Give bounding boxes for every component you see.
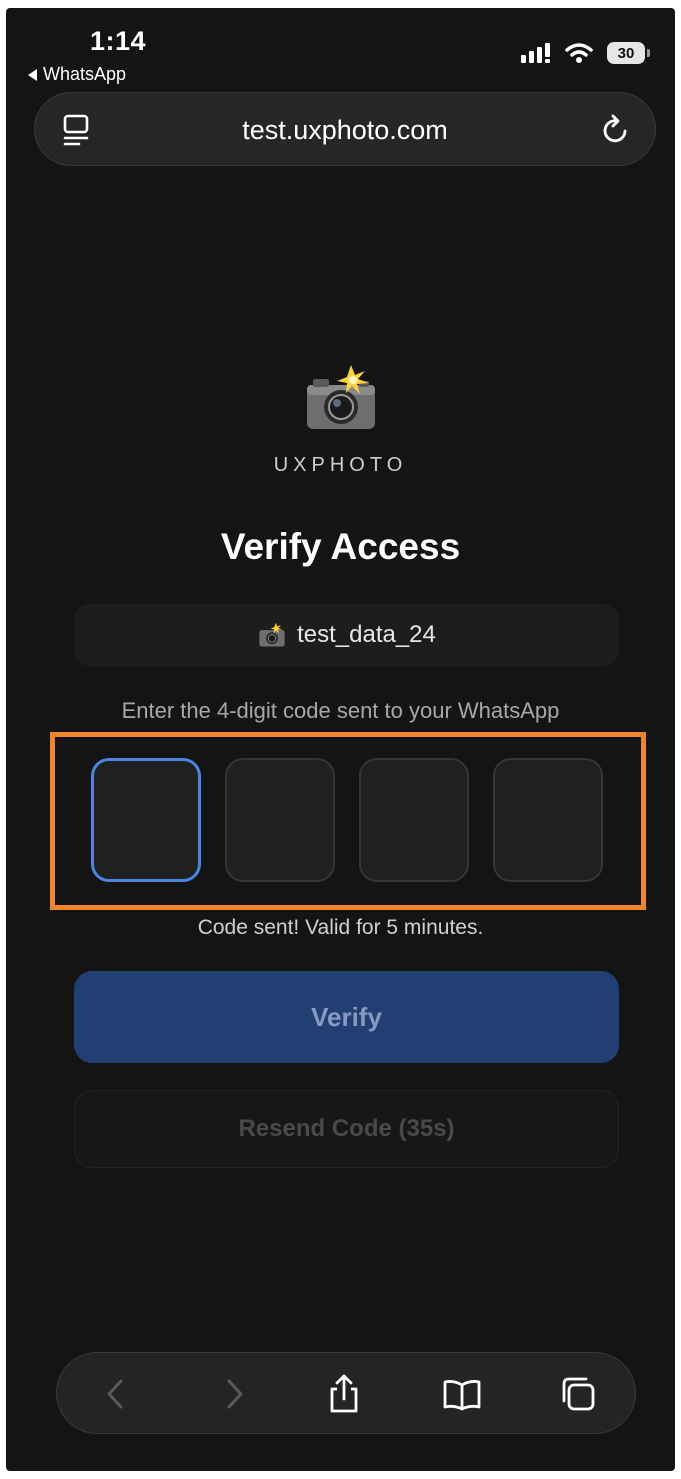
page-title: Verify Access — [220, 526, 461, 567]
account-chip: test_data_24 — [74, 604, 619, 666]
camera-flash-icon — [259, 622, 285, 647]
share-icon[interactable] — [323, 1373, 365, 1415]
status-indicators: 30 — [521, 42, 650, 64]
resend-code-button[interactable]: Resend Code (35s) — [74, 1090, 619, 1168]
code-digit-2[interactable] — [225, 758, 335, 882]
back-triangle-icon — [28, 68, 37, 81]
code-digit-3[interactable] — [359, 758, 469, 882]
browser-toolbar — [56, 1352, 636, 1434]
account-name: test_data_24 — [297, 621, 436, 648]
brand-name: UXPHOTO — [273, 454, 408, 476]
pages-icon[interactable] — [557, 1373, 599, 1415]
book-icon[interactable] — [441, 1373, 483, 1415]
address-bar[interactable]: test.uxphoto.com — [34, 92, 656, 166]
status-time: 1:14 — [90, 26, 147, 56]
code-digit-4[interactable] — [493, 758, 603, 882]
battery-indicator: 30 — [607, 42, 650, 64]
reload-icon[interactable] — [599, 113, 633, 147]
signal-icon — [521, 43, 550, 63]
back-to-app-link[interactable]: WhatsApp — [28, 64, 126, 85]
url-text[interactable]: test.uxphoto.com — [35, 115, 655, 146]
verify-button[interactable]: Verify — [74, 971, 619, 1063]
code-input-group — [91, 758, 603, 884]
camera-flash-icon — [306, 365, 375, 429]
logo — [6, 363, 675, 433]
chevron-right-icon[interactable] — [213, 1373, 255, 1415]
code-instruction: Enter the 4-digit code sent to your What… — [121, 698, 560, 723]
code-digit-1[interactable] — [91, 758, 201, 882]
wifi-icon — [565, 43, 593, 63]
code-status-message: Code sent! Valid for 5 minutes. — [197, 916, 484, 939]
chevron-left-icon[interactable] — [95, 1373, 137, 1415]
screen: 1:14 WhatsApp 30 test.uxphoto.com UXPHOT… — [6, 8, 675, 1471]
back-app-label: WhatsApp — [43, 64, 127, 84]
